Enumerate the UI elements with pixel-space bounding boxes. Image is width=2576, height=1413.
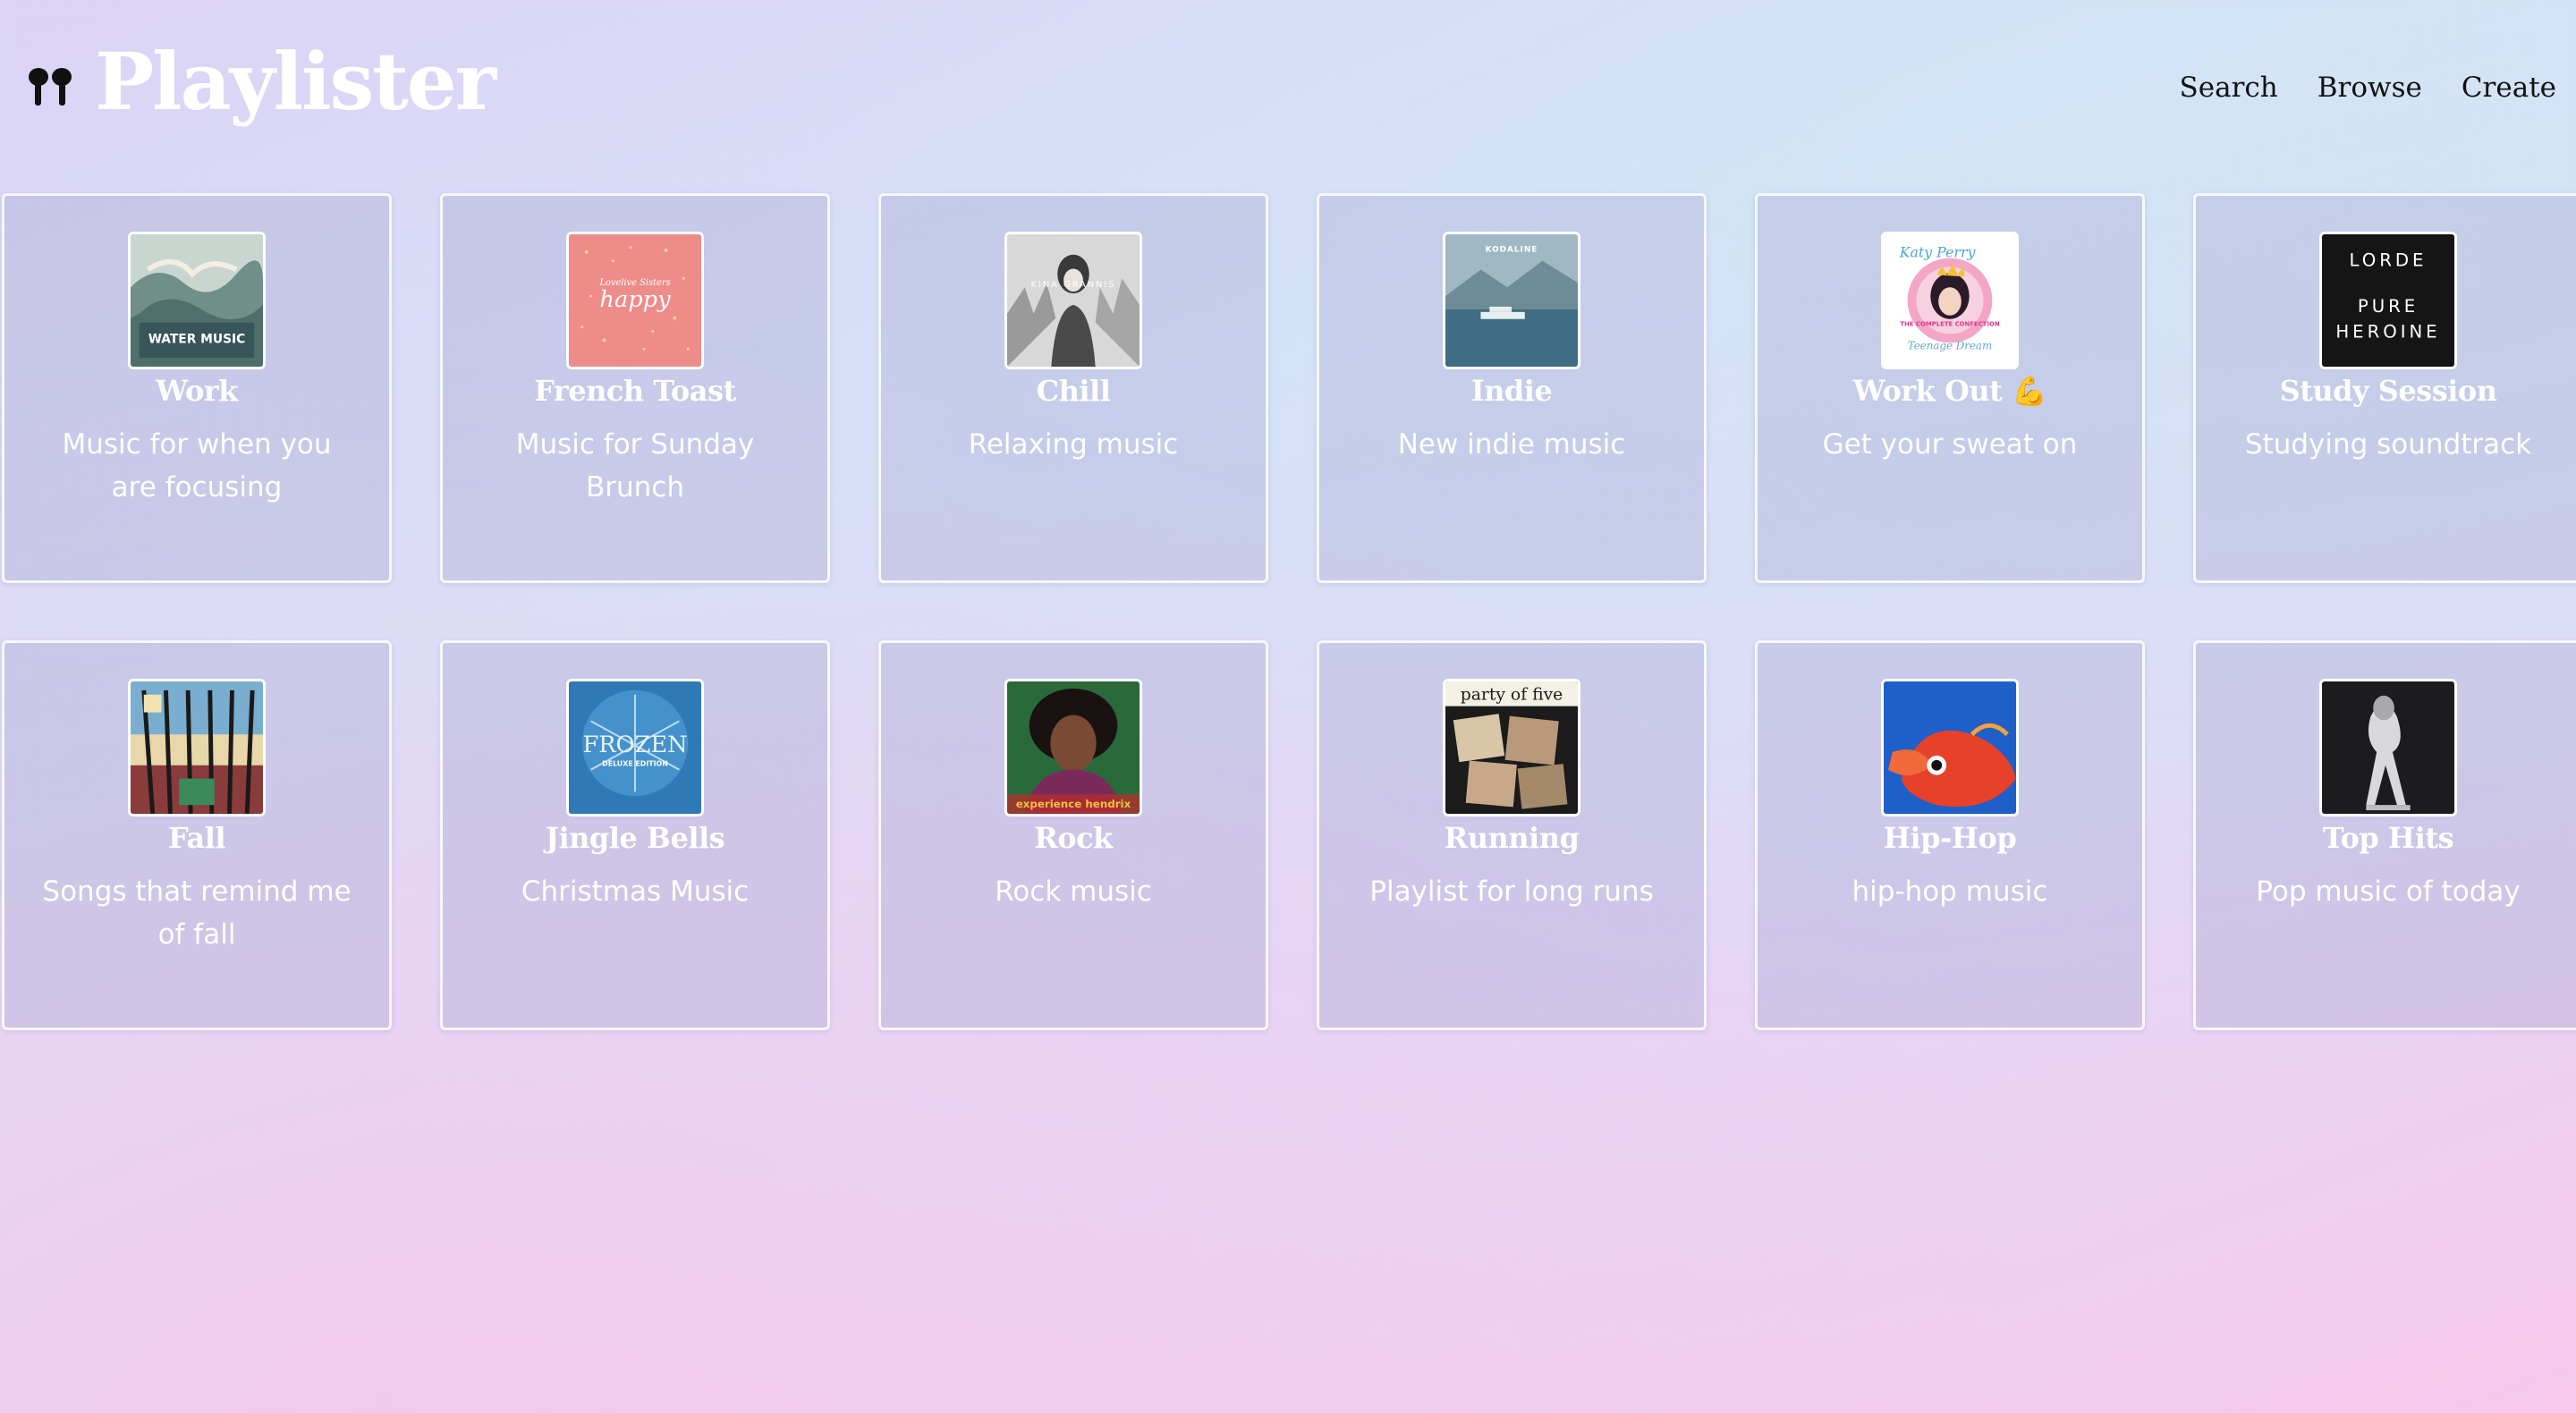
playlist-title: Top Hits: [2322, 821, 2454, 855]
top-nav: Search Browse Create: [2180, 72, 2556, 104]
cover-subtitle: DELUXE EDITION: [602, 760, 668, 768]
cover-title-line-2: HEROINE: [2335, 321, 2440, 342]
tame-impala-album-cover: [128, 679, 266, 816]
cover-artist: LORDE: [2350, 250, 2428, 271]
playlist-description: Music for when you are focusing: [62, 428, 332, 503]
happy-album-cover: Lovelive Sisters happy: [566, 232, 704, 369]
playlist-title: Rock: [1034, 821, 1113, 855]
playlist-grid: WATER MUSIC Work Music for when you are …: [2, 193, 2576, 1030]
lorde-pure-heroine-album-cover: LORDE PURE HEROINE: [2319, 232, 2457, 369]
water-music-album-cover: WATER MUSIC: [128, 232, 266, 369]
app-title: Playlister: [95, 35, 496, 128]
kodaline-album-cover: KODALINE: [1443, 232, 1580, 369]
playlist-description: hip-hop music: [1852, 876, 2048, 908]
cover-title: party of five: [1461, 686, 1563, 705]
playlist-title: Chill: [1036, 374, 1111, 408]
playlist-card-fall[interactable]: Fall Songs that remind me of fall: [2, 640, 392, 1030]
playlist-card-jingle-bells[interactable]: FROZEN DELUXE EDITION Jingle Bells Chris…: [440, 640, 830, 1030]
nav-browse-link[interactable]: Browse: [2318, 72, 2422, 104]
cover-artist: Katy Perry: [1899, 244, 1977, 261]
katy-perry-album-cover: Katy Perry THE COMPLETE CONFECTION Teena…: [1881, 232, 2019, 369]
playlist-card-running[interactable]: party of five Running Playlist for long …: [1317, 640, 1707, 1030]
playlist-title: Jingle Bells: [545, 821, 725, 855]
playlist-description: Pop music of today: [2256, 876, 2521, 908]
cover-artist: KODALINE: [1486, 246, 1538, 255]
cover-artist: KINA GRANNIS: [1030, 280, 1115, 290]
playlist-title: French Toast: [534, 374, 736, 408]
playlist-description: New indie music: [1397, 428, 1626, 461]
nav-search-link[interactable]: Search: [2180, 72, 2278, 104]
cover-title-line-1: PURE: [2358, 296, 2419, 317]
playlist-card-hip-hop[interactable]: Hip-Hop hip-hop music: [1755, 640, 2145, 1030]
playlist-card-work-out[interactable]: Katy Perry THE COMPLETE CONFECTION Teena…: [1755, 193, 2145, 583]
frozen-album-cover: FROZEN DELUXE EDITION: [566, 679, 704, 816]
playlist-title: Work Out 💪: [1852, 374, 2047, 408]
playlist-title: Hip-Hop: [1883, 821, 2017, 855]
nav-create-link[interactable]: Create: [2462, 72, 2556, 104]
app-logo[interactable]: Playlister: [27, 32, 496, 131]
playlist-description: Relaxing music: [968, 428, 1179, 461]
cover-title: WATER MUSIC: [148, 332, 246, 346]
playlist-title: Work: [156, 374, 238, 408]
earbuds-icon: [29, 68, 72, 106]
playlist-title: Running: [1444, 821, 1580, 855]
playlist-description: Songs that remind me of fall: [42, 876, 352, 951]
playlist-description: Christmas Music: [521, 876, 750, 908]
playlist-card-chill[interactable]: KINA GRANNIS Chill Relaxing music: [878, 193, 1268, 583]
playlist-description: Get your sweat on: [1822, 428, 2078, 461]
playlist-card-work[interactable]: WATER MUSIC Work Music for when you are …: [2, 193, 392, 583]
party-of-five-album-cover: party of five: [1443, 679, 1580, 816]
playlist-card-study-session[interactable]: LORDE PURE HEROINE Study Session Studyin…: [2193, 193, 2576, 583]
ariana-grande-album-cover: [2319, 679, 2457, 816]
playlist-card-top-hits[interactable]: Top Hits Pop music of today: [2193, 640, 2576, 1030]
cover-title: experience hendrix: [1016, 798, 1131, 810]
playlist-card-indie[interactable]: KODALINE Indie New indie music: [1317, 193, 1707, 583]
playlist-description: Playlist for long runs: [1369, 876, 1654, 908]
playlist-description: Rock music: [995, 876, 1152, 908]
playlist-title: Fall: [167, 821, 226, 855]
playlist-description: Music for Sunday Brunch: [515, 428, 755, 503]
playlist-description: Studying soundtrack: [2244, 428, 2532, 461]
playlist-card-rock[interactable]: experience hendrix Rock Rock music: [878, 640, 1268, 1030]
app-header: Playlister Search Browse Create: [0, 0, 2576, 179]
cover-title: Teenage Dream: [1908, 339, 1992, 351]
kina-grannis-album-cover: KINA GRANNIS: [1004, 232, 1142, 369]
cover-title: FROZEN: [582, 732, 687, 758]
playlist-card-french-toast[interactable]: Lovelive Sisters happy French Toast Musi…: [440, 193, 830, 583]
playlist-title: Study Session: [2279, 374, 2497, 408]
cover-subtitle: THE COMPLETE CONFECTION: [1900, 321, 2000, 328]
playlist-title: Indie: [1470, 374, 1553, 408]
jimi-hendrix-album-cover: experience hendrix: [1004, 679, 1142, 816]
cover-title: happy: [599, 286, 671, 313]
goldfish-album-cover: [1881, 679, 2019, 816]
